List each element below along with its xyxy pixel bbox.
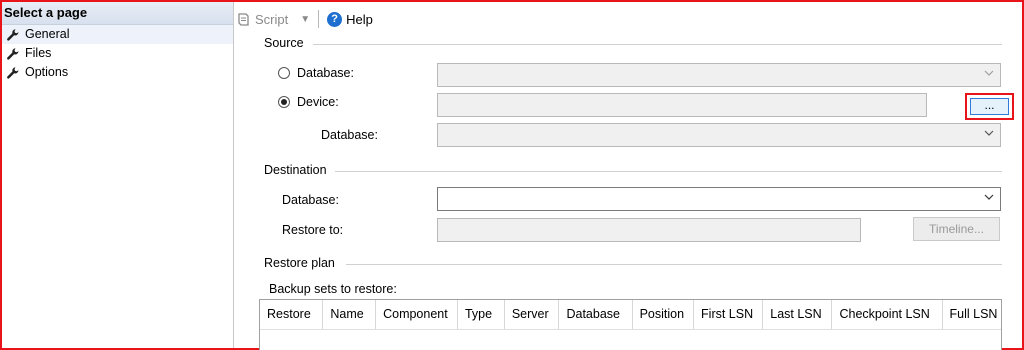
toolbar: Script ▼ ? Help [236,8,373,30]
radio-button-selected[interactable] [278,96,290,108]
divider [346,264,1002,265]
device-database-combo[interactable] [437,123,1001,147]
sidebar-item-files[interactable]: Files [2,44,233,63]
source-group-title: Source [264,36,304,50]
destination-database-combo[interactable] [437,187,1001,211]
sidebar-item-label: General [25,27,70,41]
column-header-name[interactable]: Name [323,300,377,329]
column-header-restore[interactable]: Restore [260,300,324,329]
script-button[interactable]: Script ▼ [236,12,310,27]
restore-to-field[interactable] [437,218,861,242]
sidebar-item-general[interactable]: General [2,25,233,44]
wrench-icon [7,66,19,79]
chevron-down-icon [984,70,994,76]
device-database-label: Database: [321,128,378,142]
sidebar: Select a page General Files Options [2,2,234,348]
timeline-button[interactable]: Timeline... [913,217,1000,241]
sidebar-item-options[interactable]: Options [2,63,233,82]
backup-sets-grid[interactable]: Restore Name Component Type Server Datab… [259,299,1002,350]
device-radio[interactable]: Device: [278,95,339,109]
help-button[interactable]: ? Help [327,11,373,27]
chevron-down-icon[interactable]: ▼ [300,14,310,25]
chevron-down-icon [984,130,994,136]
divider [335,171,1002,172]
script-icon [238,12,249,26]
wrench-icon [7,28,19,41]
destination-group-title: Destination [264,163,327,177]
script-label: Script [255,11,289,27]
column-header-type[interactable]: Type [458,300,505,329]
backup-sets-label: Backup sets to restore: [269,282,397,296]
browse-highlight: ... [965,93,1014,120]
toolbar-separator [318,10,320,28]
sidebar-item-label: Options [25,65,69,79]
divider [313,44,1002,45]
sidebar-item-label: Files [25,46,52,60]
help-label: Help [346,11,373,27]
radio-button[interactable] [278,67,290,79]
column-header-component[interactable]: Component [376,300,458,329]
column-header-last-lsn[interactable]: Last LSN [763,300,833,329]
column-header-checkpoint-lsn[interactable]: Checkpoint LSN [832,300,943,329]
sidebar-header: Select a page [2,2,233,25]
source-database-combo[interactable] [437,63,1001,87]
database-radio[interactable]: Database: [278,66,354,80]
column-header-server[interactable]: Server [505,300,560,329]
column-header-first-lsn[interactable]: First LSN [694,300,764,329]
device-path-field[interactable] [437,93,927,117]
restore-plan-group-title: Restore plan [264,256,335,270]
destination-database-label: Database: [282,193,339,207]
wrench-icon [7,47,19,60]
restore-to-label: Restore to: [282,223,344,237]
browse-button[interactable]: ... [970,98,1009,115]
column-header-database[interactable]: Database [559,300,633,329]
column-header-position[interactable]: Position [633,300,695,329]
device-radio-label: Device: [297,95,339,109]
database-radio-label: Database: [297,66,354,80]
chevron-down-icon [984,194,994,200]
column-header-full-lsn[interactable]: Full LSN [943,300,1002,329]
help-icon: ? [327,11,343,27]
grid-header: Restore Name Component Type Server Datab… [260,300,1001,330]
